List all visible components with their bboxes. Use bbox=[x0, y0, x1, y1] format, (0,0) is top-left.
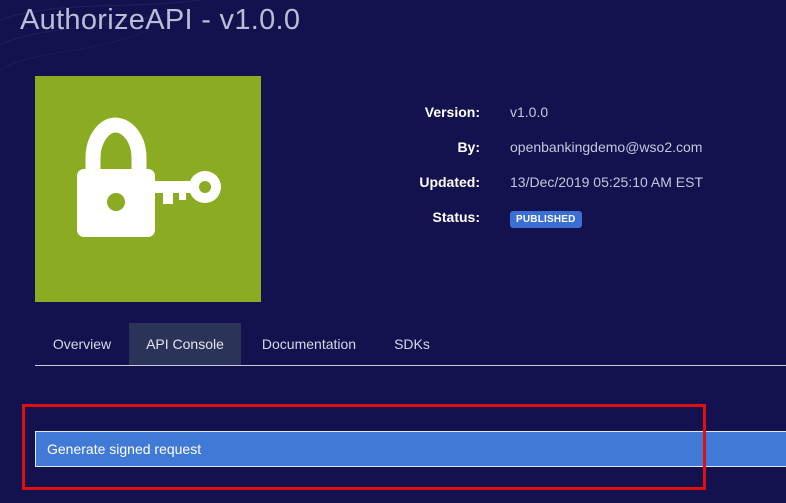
api-thumbnail bbox=[35, 76, 261, 302]
meta-by-row: By: openbankingdemo@wso2.com bbox=[330, 139, 770, 174]
generate-signed-request-label: Generate signed request bbox=[47, 441, 202, 457]
tab-documentation[interactable]: Documentation bbox=[241, 323, 377, 365]
version-label: Version: bbox=[424, 104, 480, 120]
lock-key-icon bbox=[77, 117, 221, 237]
tab-sdks[interactable]: SDKs bbox=[377, 323, 447, 365]
status-label: Status: bbox=[432, 209, 480, 225]
updated-label: Updated: bbox=[419, 174, 480, 190]
api-details-page: AuthorizeAPI - v1.0.0 Version: v1.0.0 By… bbox=[0, 0, 786, 503]
meta-updated-row: Updated: 13/Dec/2019 05:25:10 AM EST bbox=[330, 174, 770, 209]
by-value: openbankingdemo@wso2.com bbox=[510, 139, 703, 155]
api-meta: Version: v1.0.0 By: openbankingdemo@wso2… bbox=[330, 104, 770, 244]
meta-status-row: Status: PUBLISHED bbox=[330, 209, 770, 244]
api-tabs: Overview API Console Documentation SDKs bbox=[35, 323, 786, 366]
updated-value: 13/Dec/2019 05:25:10 AM EST bbox=[510, 174, 704, 190]
status-badge: PUBLISHED bbox=[510, 211, 582, 228]
by-label: By: bbox=[457, 139, 480, 155]
meta-version-row: Version: v1.0.0 bbox=[330, 104, 770, 139]
generate-signed-request-bar[interactable]: Generate signed request bbox=[35, 431, 786, 467]
tab-overview[interactable]: Overview bbox=[35, 323, 129, 365]
version-value: v1.0.0 bbox=[510, 104, 549, 120]
tab-api-console[interactable]: API Console bbox=[129, 323, 241, 365]
api-title: AuthorizeAPI - v1.0.0 bbox=[20, 4, 301, 36]
